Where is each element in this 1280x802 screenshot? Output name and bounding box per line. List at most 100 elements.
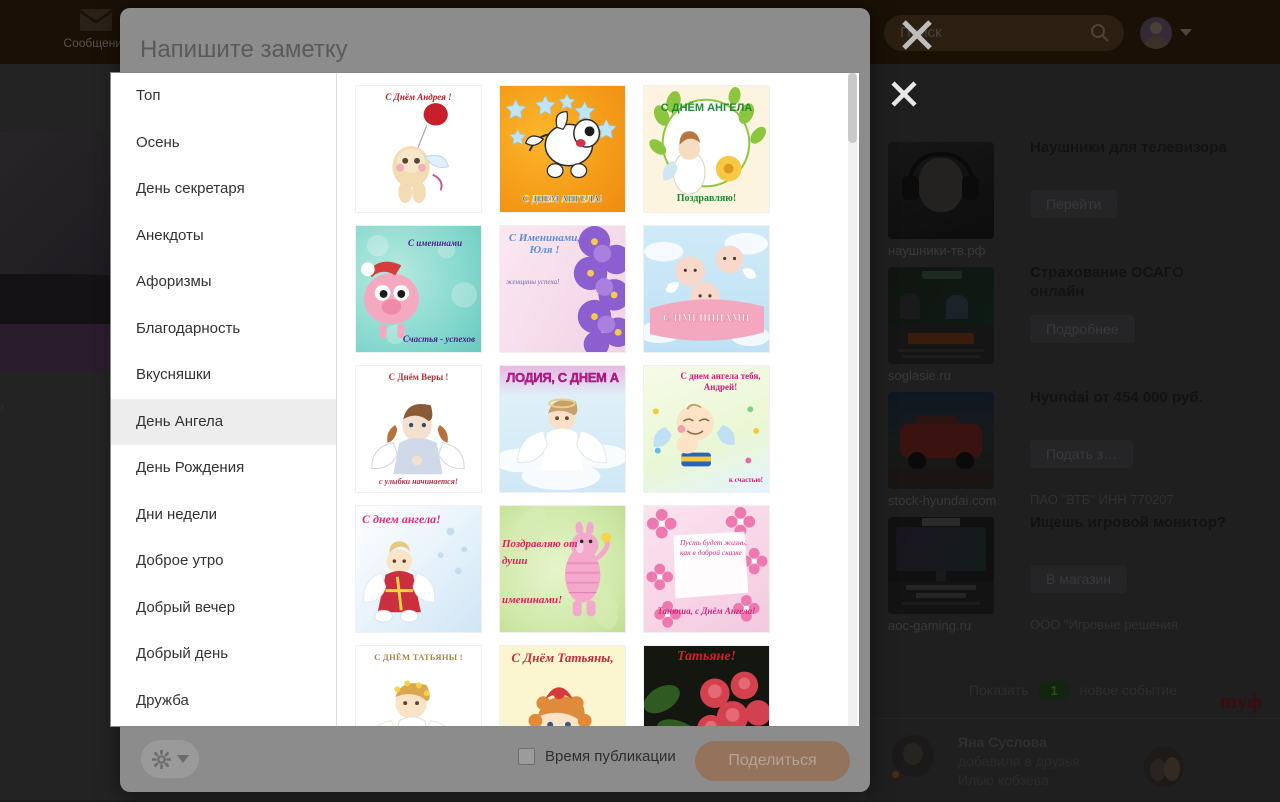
search-icon[interactable] — [1090, 23, 1110, 43]
envelope-icon — [79, 8, 113, 32]
sticker-caption: Пусть будет жизнь, как в доброй сказке — [680, 538, 754, 558]
modal-footer: Время публикации Поделиться — [120, 728, 870, 792]
ad-button[interactable]: В магазин — [1030, 565, 1127, 593]
avatar[interactable] — [1140, 17, 1172, 49]
category-item-top[interactable]: Топ — [111, 73, 336, 120]
publish-time-label: Время публикации — [545, 748, 676, 765]
sticker-caption: С Днём Татьяны, — [500, 650, 625, 666]
picker-scrollbar-thumb[interactable] — [848, 73, 857, 143]
sticker-caption: С Днём Андрея ! — [356, 92, 481, 102]
sticker-caption-bottom: Поздравляю! — [644, 193, 769, 204]
sticker-card[interactable]: С Именинами, Юля ! женщины успеха! — [499, 225, 626, 353]
category-item-osen[interactable]: Осень — [111, 120, 336, 167]
sticker-caption: ЛОДИЯ, С ДНЕМ А — [500, 370, 625, 385]
category-item-dobryy-vecher[interactable]: Добрый вечер — [111, 585, 336, 632]
ad-item[interactable]: Hyundai от 454 000 руб. Подать з… stock-… — [866, 392, 1280, 517]
background-text-fragment: о — [0, 398, 4, 414]
category-item-druzhba[interactable]: Дружба — [111, 678, 336, 725]
caret-down-icon — [177, 755, 189, 763]
ad-thumbnail[interactable] — [888, 142, 994, 239]
ad-domain: stock-hyundai.com — [888, 493, 996, 508]
sticker-caption-bottom: Танюша, с Днём Ангела! — [644, 606, 769, 616]
events-show-label: Показать — [969, 682, 1029, 698]
category-item-anekdoty[interactable]: Анекдоты — [111, 213, 336, 260]
ad-thumbnail[interactable] — [888, 267, 994, 364]
category-item-dobroe-utro[interactable]: Доброе утро — [111, 538, 336, 585]
event-action-line-1: добавила в друзья — [958, 752, 1148, 771]
ad-domain: soglasie.ru — [888, 368, 951, 383]
category-item-den-sekretarya[interactable]: День секретаря — [111, 166, 336, 213]
category-item-aforizmy[interactable]: Афоризмы — [111, 259, 336, 306]
event-action-line-2[interactable]: Илью кобзева — [958, 771, 1148, 790]
category-item-dobryy-den[interactable]: Добрый день — [111, 631, 336, 678]
sticker-card[interactable]: С именинами Счастья - успехов — [355, 225, 482, 353]
show-new-events-button[interactable]: Показать 1 новое событие — [866, 662, 1280, 718]
ad-title: Hyundai от 454 000 руб. — [1030, 388, 1242, 407]
right-sidebar: Наушники для телевизора Перейти наушники… — [866, 64, 1280, 800]
sticker-caption: Поздравляю от души — [502, 536, 582, 570]
sticker-card[interactable]: ЛОДИЯ, С ДНЕМ А — [499, 365, 626, 493]
close-x-icon[interactable] — [890, 80, 918, 108]
category-item-vkusnyashki[interactable]: Вкусняшки — [111, 352, 336, 399]
chevron-down-icon[interactable] — [1180, 29, 1192, 36]
ad-item[interactable]: Наушники для телевизора Перейти наушники… — [866, 142, 1280, 267]
sticker-card[interactable]: С ДНЁМ ТАТЬЯНЫ ! — [355, 645, 482, 726]
sticker-caption: С именинами — [408, 236, 477, 250]
sticker-card[interactable]: С Днём Андрея ! — [355, 85, 482, 213]
sticker-card[interactable]: С ИМЕНИНАМИ — [643, 225, 770, 353]
picker-scrollbar[interactable] — [848, 73, 857, 726]
ad-domain: наушники-тв.рф — [888, 243, 985, 258]
ad-domain: aoc-gaming.ru — [888, 618, 971, 633]
sticker-body-text: женщины успеха! — [506, 278, 586, 287]
event-list-item[interactable]: Яна Суслова добавила в друзья Илью кобзе… — [866, 718, 1280, 802]
category-item-den-rozhdeniya[interactable]: День Рождения — [111, 445, 336, 492]
sticker-card[interactable]: Поздравляю от души именинами! — [499, 505, 626, 633]
ad-thumbnail[interactable] — [888, 517, 994, 614]
sticker-card[interactable]: Татьяне! — [643, 645, 770, 726]
category-item-dni-nedeli[interactable]: Дни недели — [111, 492, 336, 539]
gear-icon — [152, 750, 171, 769]
sticker-card[interactable]: С днем ангела! — [355, 505, 482, 633]
ad-button[interactable]: Подробнее — [1030, 315, 1135, 343]
sticker-card[interactable]: С днем ангела тебя, Андрей! к счастью! — [643, 365, 770, 493]
ad-button[interactable]: Подать з… — [1030, 440, 1133, 468]
sticker-caption: С Днём Веры ! — [356, 372, 481, 382]
ad-thumbnail[interactable] — [888, 392, 994, 489]
close-x-icon[interactable] — [900, 18, 934, 52]
share-button[interactable]: Поделиться — [695, 741, 850, 781]
online-status-dot — [890, 769, 901, 780]
note-composer-modal: Напишите заметку Топ Осень День секретар… — [120, 8, 870, 792]
ad-item[interactable]: Ищешь игровой монитор? В магазин aoc-gam… — [866, 517, 1280, 642]
sticker-caption: С ДНЁМ АНГЕЛА — [644, 102, 769, 114]
sticker-caption: С днем ангела! — [356, 512, 481, 527]
sticker-caption: С днем ангела тебя, Андрей! — [672, 371, 769, 393]
event-user-name[interactable]: Яна Суслова — [958, 733, 1148, 752]
event-text: Яна Суслова добавила в друзья Илью кобзе… — [958, 733, 1148, 790]
ad-title: Наушники для телевизора — [1030, 138, 1242, 157]
ads-list: Наушники для телевизора Перейти наушники… — [866, 142, 1280, 642]
sticker-card[interactable]: С ДНЁМ АНГЕЛА Поздравляю! — [643, 85, 770, 213]
category-item-den-angela[interactable]: День Ангела — [111, 399, 336, 446]
ad-item[interactable]: Страхование ОСАГО онлайн Подробнее sogla… — [866, 267, 1280, 392]
ad-legal: ООО "Игровые решения — [1030, 617, 1280, 632]
sticker-caption: Татьяне! — [644, 649, 769, 665]
ad-title: Страхование ОСАГО онлайн — [1030, 263, 1242, 301]
ad-button[interactable]: Перейти — [1030, 190, 1117, 218]
sticker-caption-bottom: именинами! — [500, 594, 625, 606]
checkbox-box[interactable] — [518, 748, 535, 765]
ad-title: Ищешь игровой монитор? — [1030, 513, 1242, 532]
publish-time-checkbox[interactable]: Время публикации — [518, 748, 676, 765]
sticker-card[interactable]: С ДНЕМ АНГЕЛА! — [499, 85, 626, 213]
sticker-card[interactable]: Пусть будет жизнь, как в доброй сказке Т… — [643, 505, 770, 633]
category-sidebar[interactable]: Топ Осень День секретаря Анекдоты Афориз… — [111, 73, 337, 726]
settings-button[interactable] — [141, 740, 199, 778]
event-friend-avatar[interactable] — [1144, 747, 1184, 787]
sticker-caption-bottom: с улыбки начинается! — [356, 477, 481, 486]
modal-title: Напишите заметку — [140, 36, 348, 64]
ad-legal: ПАО "ВТБ" ИНН 770207 — [1030, 492, 1280, 507]
events-suffix-label: новое событие — [1080, 682, 1177, 698]
sticker-card[interactable]: С Днём Веры ! с улыбки начинается! — [355, 365, 482, 493]
category-item-blagodarnost[interactable]: Благодарность — [111, 306, 336, 353]
sticker-card[interactable]: С Днём Татьяны, — [499, 645, 626, 726]
nav-item-messages-label: Сообщения — [63, 36, 128, 50]
